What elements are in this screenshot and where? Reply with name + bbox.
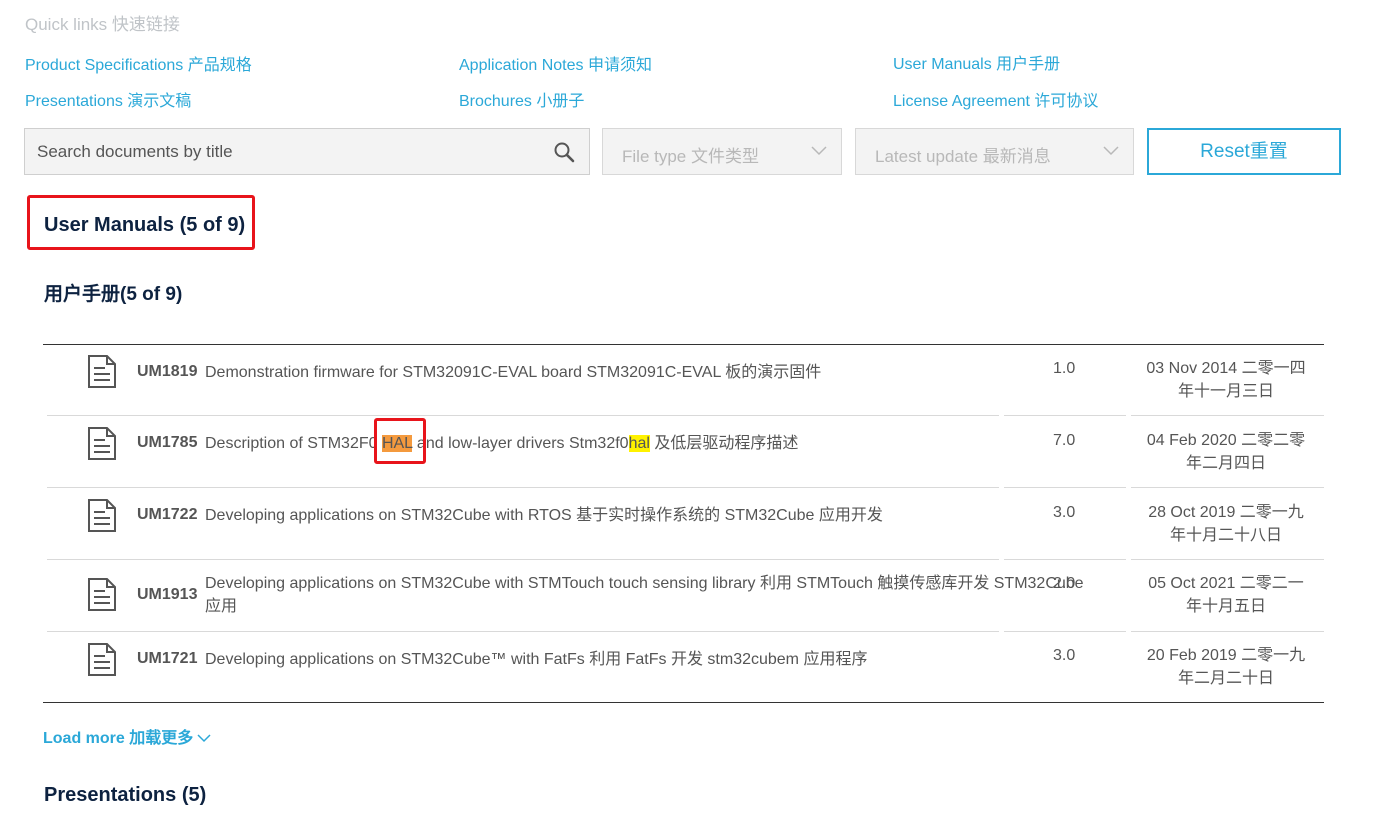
doc-title-link[interactable]: Demonstration firmware for STM32091C-EVA… xyxy=(205,361,1005,384)
doc-title-text: 及低层驱动程序描述 xyxy=(649,435,799,452)
chevron-down-icon xyxy=(811,146,827,156)
document-icon xyxy=(88,643,116,676)
table-bottom-rule xyxy=(43,702,1324,703)
quick-link-application-notes[interactable]: Application Notes 申请须知 xyxy=(459,51,652,75)
quick-link-license-agreement[interactable]: License Agreement 许可协议 xyxy=(893,87,1098,111)
doc-version: 3.0 xyxy=(1053,647,1076,664)
doc-date-line: 03 Nov 2014 二零一四 xyxy=(1146,360,1306,377)
row-divider xyxy=(47,487,999,488)
chevron-down-icon xyxy=(197,734,211,743)
quick-link-brochures[interactable]: Brochures 小册子 xyxy=(459,87,584,111)
doc-date: 05 Oct 2021 二零二一 年十月五日 xyxy=(1131,572,1321,618)
row-divider xyxy=(1131,631,1324,632)
doc-date-line: 05 Oct 2021 二零二一 xyxy=(1148,575,1304,592)
latest-update-select[interactable]: Latest update 最新消息 xyxy=(855,128,1134,175)
search-icon[interactable] xyxy=(553,141,575,163)
presentations-heading: Presentations (5) xyxy=(44,784,207,806)
doc-code: UM1785 xyxy=(137,434,198,451)
row-divider xyxy=(47,415,999,416)
row-divider xyxy=(1131,415,1324,416)
doc-title-link[interactable]: Developing applications on STM32Cube wit… xyxy=(205,572,1105,618)
doc-date: 28 Oct 2019 二零一九 年十月二十八日 xyxy=(1131,501,1321,547)
document-icon xyxy=(88,578,116,611)
row-divider xyxy=(1004,559,1126,560)
doc-title-line: 应用 xyxy=(205,598,238,615)
doc-date-line: 年二月四日 xyxy=(1185,455,1266,472)
doc-title-text: Description of STM32F0 xyxy=(205,435,382,452)
search-input[interactable] xyxy=(25,129,545,174)
row-divider xyxy=(47,631,999,632)
table-top-rule xyxy=(43,344,1324,345)
doc-title-link[interactable]: Description of STM32F0 HAL and low-layer… xyxy=(205,432,1005,455)
doc-version: 1.0 xyxy=(1053,360,1076,377)
user-manuals-subheading: 用户手册(5 of 9) xyxy=(44,284,183,305)
document-icon xyxy=(88,427,116,460)
quick-link-product-specifications[interactable]: Product Specifications 产品规格 xyxy=(25,51,252,75)
row-divider xyxy=(1004,487,1126,488)
search-highlight-yellow: hal xyxy=(628,435,650,452)
quick-link-user-manuals[interactable]: User Manuals 用户手册 xyxy=(893,50,1060,74)
doc-date-line: 20 Feb 2019 二零一九 xyxy=(1146,647,1306,664)
doc-code: UM1819 xyxy=(137,363,198,380)
quick-link-presentations[interactable]: Presentations 演示文稿 xyxy=(25,87,191,111)
reset-button[interactable]: Reset重置 xyxy=(1147,128,1341,175)
doc-title-link[interactable]: Developing applications on STM32Cube wit… xyxy=(205,504,1005,527)
doc-date-line: 28 Oct 2019 二零一九 xyxy=(1148,504,1304,521)
latest-update-label: Latest update 最新消息 xyxy=(875,147,1051,166)
document-icon xyxy=(88,355,116,388)
doc-version: 2.0 xyxy=(1053,575,1076,592)
row-divider xyxy=(1004,415,1126,416)
document-icon xyxy=(88,499,116,532)
doc-date: 04 Feb 2020 二零二零 年二月四日 xyxy=(1131,429,1321,475)
row-divider xyxy=(47,559,999,560)
doc-title-link[interactable]: Developing applications on STM32Cube™ wi… xyxy=(205,648,1005,671)
chevron-down-icon xyxy=(1103,146,1119,156)
doc-date-line: 年十一月三日 xyxy=(1177,383,1274,400)
doc-code: UM1722 xyxy=(137,506,198,523)
load-more-label: Load more 加载更多 xyxy=(43,730,194,747)
doc-date: 03 Nov 2014 二零一四 年十一月三日 xyxy=(1131,357,1321,403)
doc-code: UM1721 xyxy=(137,650,198,667)
file-type-label: File type 文件类型 xyxy=(622,147,759,166)
load-more-button[interactable]: Load more 加载更多 xyxy=(43,724,211,748)
doc-date: 20 Feb 2019 二零一九 年二月二十日 xyxy=(1131,644,1321,690)
doc-date-line: 年十月五日 xyxy=(1185,598,1266,615)
user-manuals-heading: User Manuals (5 of 9) xyxy=(44,214,246,236)
row-divider xyxy=(1131,487,1324,488)
doc-date-line: 年二月二十日 xyxy=(1177,670,1274,687)
doc-version: 3.0 xyxy=(1053,504,1076,521)
doc-code: UM1913 xyxy=(137,586,198,603)
doc-title-text: and low-layer drivers Stm32f0 xyxy=(412,435,629,452)
row-divider xyxy=(1131,559,1324,560)
doc-date-line: 04 Feb 2020 二零二零 xyxy=(1146,432,1306,449)
doc-version: 7.0 xyxy=(1053,432,1076,449)
file-type-select[interactable]: File type 文件类型 xyxy=(602,128,842,175)
row-divider xyxy=(1004,631,1126,632)
annotation-box xyxy=(374,418,426,464)
search-box xyxy=(24,128,590,175)
quick-links-title: Quick links 快速链接 xyxy=(25,15,180,34)
doc-title-line: Developing applications on STM32Cube wit… xyxy=(205,575,1084,592)
doc-date-line: 年十月二十八日 xyxy=(1169,527,1282,544)
